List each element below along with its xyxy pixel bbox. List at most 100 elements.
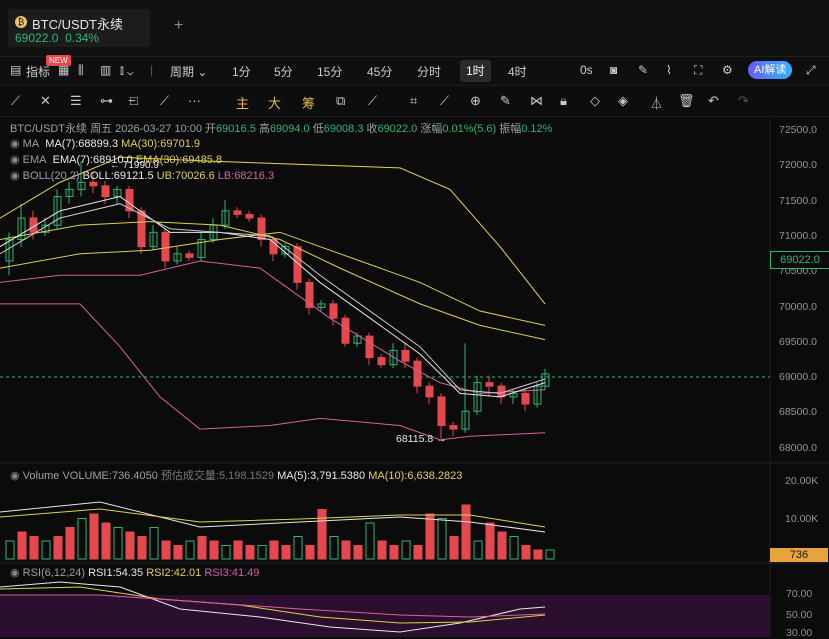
pattern-icon[interactable]: ⋈ (530, 93, 543, 109)
redo-icon[interactable]: ↷ (738, 93, 749, 109)
tf-1m[interactable]: 1分 (232, 63, 251, 80)
low-label: 低 (312, 123, 324, 135)
volume-bar (449, 536, 459, 560)
volume-bar (281, 545, 291, 560)
period-dropdown[interactable]: 周期 ⌄ (170, 63, 207, 80)
drawing-toolbar: ⟋ ✕ ☰ ⊶ − □ ⟋ ··· 主 大 筹 ⧉ ⟋ ⌗ ⟋ ⊕ ✎ ⋈ 🔒︎… (0, 86, 829, 117)
ruler-icon[interactable]: ⟋ (368, 93, 377, 109)
volume-value: VOLUME:736.4050 (62, 470, 158, 482)
volume-bar (353, 545, 363, 560)
add-tab-button[interactable]: + (174, 17, 183, 35)
edit-icon[interactable]: ✎ (638, 63, 648, 77)
low-value: 69008.3 (323, 123, 364, 135)
indicators-icon[interactable]: ▤ (10, 63, 21, 77)
tf-5m[interactable]: 5分 (274, 63, 293, 80)
horizontal-ray-icon[interactable]: ⊶ (100, 93, 113, 109)
more-tools-icon[interactable]: ··· (188, 93, 201, 108)
candle-body (257, 217, 266, 240)
measure-icon[interactable]: ⟋ (440, 93, 449, 109)
candle-body (269, 238, 278, 255)
tab-btc-usdt[interactable]: ₿ BTC/USDT永续 69022.0 0.34% (8, 9, 150, 47)
tf-45m[interactable]: 45分 (367, 63, 392, 80)
volume-bar (149, 527, 159, 560)
volume-bar (113, 527, 123, 560)
tab-price-change: 0.34% (65, 31, 100, 45)
main-chart-button[interactable]: 主 (236, 93, 249, 112)
candle-body (101, 185, 110, 198)
volume-bar (65, 527, 75, 560)
fullscreen-icon[interactable]: ⛶ (694, 63, 702, 78)
eye-icon[interactable]: ◉ (10, 154, 20, 166)
eye-icon[interactable]: ◉ (10, 470, 20, 482)
rsi-legend[interactable]: ◉ RSI(6,12,24) RSI1:54.35 RSI2:42.01 RSI… (10, 566, 259, 579)
chart-type-icon[interactable]: ⌇ (666, 63, 672, 77)
cross-line-icon[interactable]: ✕ (40, 93, 51, 109)
boll-lower-line (0, 303, 546, 441)
magnet2-icon[interactable]: ◈ (618, 93, 628, 109)
tf-15m[interactable]: 15分 (317, 63, 342, 80)
high-value: 69094.0 (269, 123, 310, 135)
filter-icon[interactable]: ⏃ (650, 93, 663, 112)
candle-body (401, 349, 410, 362)
trash-icon[interactable]: 🗑︎ (678, 93, 695, 109)
tf-timeshare[interactable]: 分时 (417, 63, 441, 80)
expand-icon[interactable]: ⤢ (806, 63, 816, 78)
chip-button[interactable]: 筹 (302, 93, 315, 112)
hide-icon[interactable]: ◇ (590, 93, 600, 109)
rsi-axis-label: 30.00 (786, 627, 813, 639)
rsi-axis-label: 70.00 (786, 588, 813, 600)
magnet-icon[interactable]: ⧉ (336, 93, 345, 109)
boll-lb-value: LB:68216.3 (217, 170, 275, 182)
candle-body (341, 317, 350, 344)
zoom-icon[interactable]: ⊕ (470, 93, 481, 109)
low-annotation: 68115.8 → (396, 433, 447, 445)
volume-bar (377, 540, 387, 560)
eye-icon[interactable]: ◉ (10, 170, 20, 182)
bitcoin-icon: ₿ (15, 16, 27, 28)
boll-value: BOLL:69121.5 (82, 170, 154, 182)
volume-bar (497, 531, 507, 560)
current-price-tag: 69022.0 (770, 251, 829, 269)
hlines-icon[interactable]: ☰ (70, 93, 82, 109)
candle-body (161, 231, 170, 262)
datetime: 2026-03-27 10:00 (115, 123, 202, 135)
rsi3-value: RSI3:41.49 (204, 567, 260, 579)
chart-toolbar: ▤ 指标 NEW ▦ ⫼ ▥ ⫾ ⌄ | 周期 ⌄ 1分 5分 15分 45分 … (0, 55, 829, 86)
candle-type-dropdown[interactable]: ⫾ ⌄ (120, 63, 134, 78)
volume-bar (137, 536, 147, 560)
pen-icon[interactable]: ✎ (500, 93, 511, 109)
volume-bar (293, 536, 303, 560)
chart-canvas[interactable] (0, 117, 829, 637)
candle-body (89, 181, 98, 187)
ai-analysis-button[interactable]: AI解读 (748, 61, 793, 79)
big-order-button[interactable]: 大 (268, 93, 281, 112)
trend-line-icon[interactable]: ⟋ (11, 93, 20, 109)
ohlc-header: BTC/USDT永续 周五 2026-03-27 10:00 开69016.5 … (10, 120, 552, 136)
tf-1h[interactable]: 1时 (460, 60, 491, 82)
rsi-axis-label: 50.00 (786, 609, 813, 621)
volume-bar (17, 531, 27, 560)
ema7-line (0, 203, 546, 394)
candle-type-icon[interactable]: ▥ (100, 63, 111, 77)
volume-axis-label: 20.00K (785, 475, 819, 487)
settings-icon[interactable]: ⚙ (722, 63, 733, 77)
eye-icon[interactable]: ◉ (10, 567, 20, 579)
volume-ma10: MA(10):6,638.2823 (368, 470, 463, 482)
camera-icon[interactable]: ◙ (610, 63, 617, 77)
undo-icon[interactable]: ↶ (708, 93, 719, 109)
brush-icon[interactable]: ⟋ (160, 93, 169, 109)
lock-icon[interactable]: 🔒︎ (560, 93, 567, 109)
compare-icon[interactable]: ▦ (58, 63, 69, 77)
crop-icon[interactable]: ⌗ (410, 93, 417, 109)
candle-body (293, 246, 302, 283)
amplitude-value: 0.12% (521, 123, 553, 135)
rectangle-icon[interactable]: □ (130, 93, 138, 108)
rsi-title: RSI(6,12,24) (22, 567, 86, 579)
volume-legend[interactable]: ◉ Volume VOLUME:736.4050 预估成交量:5,198.152… (10, 467, 462, 483)
high-annotation-value: 71990.9 (122, 160, 159, 171)
tf-4h[interactable]: 4时 (508, 63, 527, 80)
eye-icon[interactable]: ◉ (10, 138, 20, 150)
bars-icon[interactable]: ⫼ (78, 63, 84, 78)
ma-legend[interactable]: ◉ MA MA(7):68899.3 MA(30):69701.9 (10, 137, 200, 150)
rsi2-value: RSI2:42.01 (146, 567, 202, 579)
